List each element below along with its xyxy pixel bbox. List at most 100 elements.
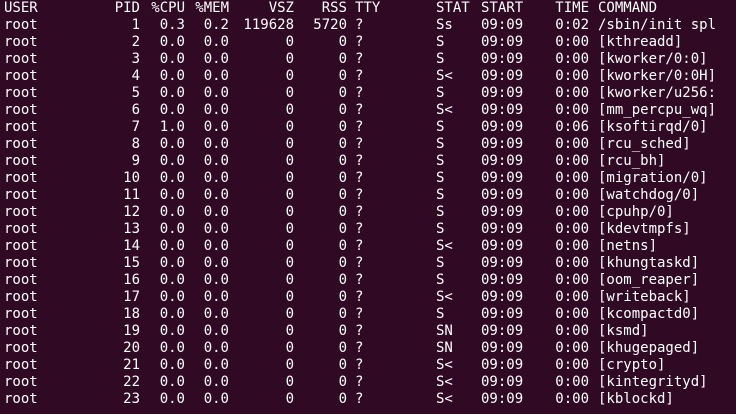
cell-user: root bbox=[4, 85, 38, 101]
cell-time: 0:00 bbox=[555, 391, 589, 407]
cell-pid: 7 bbox=[131, 119, 140, 135]
terminal-window[interactable]: USER PID %CPU %MEM VSZ RSS TTY STAT STAR… bbox=[0, 0, 736, 414]
cell-start: 09:09 bbox=[481, 255, 524, 271]
cell-cpu: 0.0 bbox=[159, 34, 185, 50]
cell-mem: 0.0 bbox=[203, 51, 229, 67]
cell-user: root bbox=[4, 187, 38, 203]
cell-pid: 3 bbox=[131, 51, 140, 67]
cell-start: 09:09 bbox=[481, 85, 524, 101]
cell-vsz: 0 bbox=[285, 153, 294, 169]
header-stat: STAT bbox=[436, 0, 470, 16]
cell-stat: S< bbox=[436, 289, 453, 305]
cell-mem: 0.0 bbox=[203, 187, 229, 203]
cell-command: [ksoftirqd/0] bbox=[598, 119, 708, 135]
cell-cpu: 0.0 bbox=[159, 238, 185, 254]
cell-user: root bbox=[4, 391, 38, 407]
cell-command: [kworker/u256: bbox=[598, 85, 717, 101]
cell-mem: 0.0 bbox=[203, 119, 229, 135]
cell-tty: ? bbox=[355, 34, 364, 50]
cell-vsz: 0 bbox=[285, 204, 294, 220]
cell-cpu: 0.0 bbox=[159, 340, 185, 356]
cell-pid: 9 bbox=[131, 153, 140, 169]
cell-pid: 17 bbox=[123, 289, 140, 305]
cell-cpu: 0.0 bbox=[159, 187, 185, 203]
cell-rss: 0 bbox=[338, 153, 347, 169]
cell-stat: S< bbox=[436, 374, 453, 390]
cell-time: 0:00 bbox=[555, 204, 589, 220]
cell-user: root bbox=[4, 340, 38, 356]
cell-vsz: 0 bbox=[285, 119, 294, 135]
cell-vsz: 0 bbox=[285, 374, 294, 390]
cell-command: [ksmd] bbox=[598, 323, 649, 339]
process-row: root 16 0.0 0.0 0 0? S 09:09 0:00 [oom_reaper] bbox=[0, 272, 736, 289]
cell-user: root bbox=[4, 68, 38, 84]
cell-pid: 16 bbox=[123, 272, 140, 288]
cell-time: 0:00 bbox=[555, 323, 589, 339]
cell-time: 0:00 bbox=[555, 51, 589, 67]
cell-time: 0:00 bbox=[555, 34, 589, 50]
cell-rss: 0 bbox=[338, 119, 347, 135]
cell-pid: 6 bbox=[131, 102, 140, 118]
cell-tty: ? bbox=[355, 238, 364, 254]
cell-rss: 0 bbox=[338, 289, 347, 305]
cell-time: 0:00 bbox=[555, 357, 589, 373]
cell-stat: SN bbox=[436, 340, 453, 356]
cell-rss: 0 bbox=[338, 374, 347, 390]
process-row: root 3 0.0 0.0 0 0? S 09:09 0:00 [kworker/0:0] bbox=[0, 51, 736, 68]
cell-cpu: 1.0 bbox=[159, 119, 185, 135]
cell-vsz: 0 bbox=[285, 255, 294, 271]
cell-command: [kworker/0:0] bbox=[598, 51, 708, 67]
cell-vsz: 0 bbox=[285, 68, 294, 84]
header-rss: RSS bbox=[321, 0, 347, 16]
cell-user: root bbox=[4, 289, 38, 305]
cell-cpu: 0.0 bbox=[159, 51, 185, 67]
cell-cpu: 0.0 bbox=[159, 102, 185, 118]
cell-time: 0:00 bbox=[555, 102, 589, 118]
process-row: root 4 0.0 0.0 0 0? S< 09:09 0:00 [kworker/0:0H] bbox=[0, 68, 736, 85]
cell-rss: 5720 bbox=[313, 17, 347, 33]
cell-stat: S bbox=[436, 306, 445, 322]
cell-command: [rcu_bh] bbox=[598, 153, 666, 169]
cell-cpu: 0.0 bbox=[159, 306, 185, 322]
cell-mem: 0.0 bbox=[203, 221, 229, 237]
cell-tty: ? bbox=[355, 391, 364, 407]
cell-mem: 0.0 bbox=[203, 153, 229, 169]
cell-user: root bbox=[4, 323, 38, 339]
cell-user: root bbox=[4, 51, 38, 67]
cell-rss: 0 bbox=[338, 391, 347, 407]
cell-time: 0:00 bbox=[555, 340, 589, 356]
cell-start: 09:09 bbox=[481, 204, 524, 220]
cell-start: 09:09 bbox=[481, 51, 524, 67]
cell-rss: 0 bbox=[338, 204, 347, 220]
cell-user: root bbox=[4, 306, 38, 322]
cell-mem: 0.0 bbox=[203, 374, 229, 390]
process-row: root 1 0.3 0.2 119628 5720? Ss 09:09 0:02/sbin/i… bbox=[0, 17, 736, 34]
process-list: root 1 0.3 0.2 119628 5720? Ss 09:09 0:02/sbin/i… bbox=[0, 17, 736, 408]
cell-rss: 0 bbox=[338, 357, 347, 373]
cell-cpu: 0.0 bbox=[159, 391, 185, 407]
header-tty: TTY bbox=[355, 0, 381, 16]
header-mem: %MEM bbox=[195, 0, 229, 16]
cell-cpu: 0.0 bbox=[159, 85, 185, 101]
cell-time: 0:00 bbox=[555, 187, 589, 203]
cell-command: [kintegrityd] bbox=[598, 374, 708, 390]
cell-rss: 0 bbox=[338, 136, 347, 152]
cell-time: 0:00 bbox=[555, 374, 589, 390]
cell-vsz: 0 bbox=[285, 221, 294, 237]
cell-cpu: 0.0 bbox=[159, 68, 185, 84]
cell-start: 09:09 bbox=[481, 272, 524, 288]
cell-stat: S< bbox=[436, 238, 453, 254]
process-row: root 12 0.0 0.0 0 0? S 09:09 0:00 [cpuhp/0] bbox=[0, 204, 736, 221]
cell-tty: ? bbox=[355, 221, 364, 237]
cell-pid: 8 bbox=[131, 136, 140, 152]
cell-cpu: 0.0 bbox=[159, 374, 185, 390]
cell-command: [khungtaskd] bbox=[598, 255, 700, 271]
cell-command: [rcu_sched] bbox=[598, 136, 691, 152]
cell-stat: S< bbox=[436, 102, 453, 118]
cell-tty: ? bbox=[355, 340, 364, 356]
cell-time: 0:00 bbox=[555, 221, 589, 237]
cell-pid: 22 bbox=[123, 374, 140, 390]
cell-mem: 0.0 bbox=[203, 85, 229, 101]
cell-time: 0:00 bbox=[555, 153, 589, 169]
cell-cpu: 0.0 bbox=[159, 153, 185, 169]
